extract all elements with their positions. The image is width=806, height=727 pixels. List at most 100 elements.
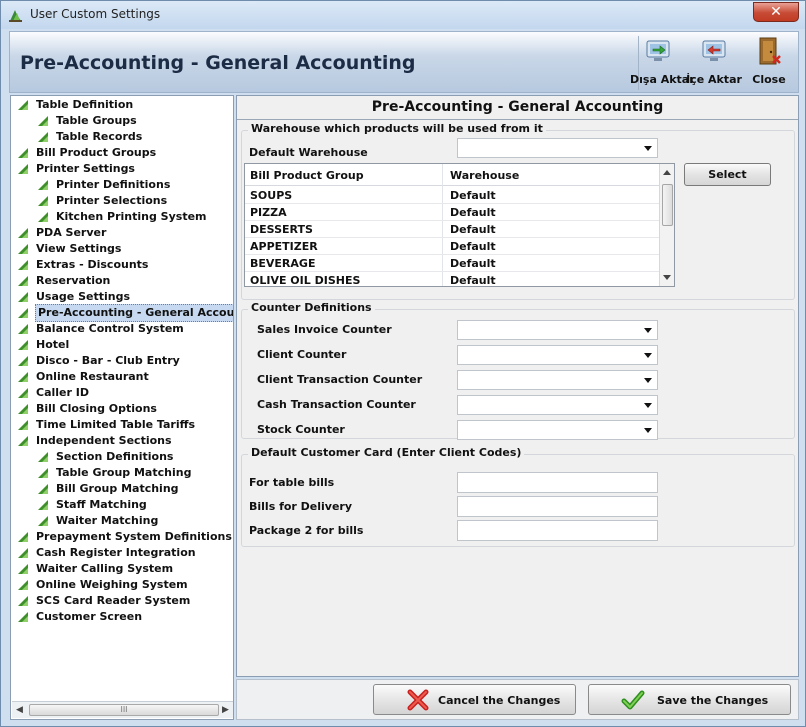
save-changes-button[interactable]: Save the Changes — [588, 684, 791, 715]
counter-combo[interactable] — [457, 345, 658, 365]
customer-card-group-title: Default Customer Card (Enter Client Code… — [248, 446, 525, 459]
chevron-down-icon — [644, 328, 652, 333]
column-header-group[interactable]: Bill Product Group — [250, 169, 364, 182]
tree-node-icon — [38, 212, 48, 222]
table-row[interactable]: SOUPS Default — [245, 187, 659, 204]
tree-node-icon — [18, 100, 28, 110]
export-icon — [646, 40, 670, 61]
table-row[interactable]: BEVERAGE Default — [245, 255, 659, 272]
cancel-changes-label: Cancel the Changes — [438, 694, 561, 707]
tree-item-label: Reservation — [36, 274, 111, 287]
client-code-input[interactable] — [457, 496, 658, 517]
tree-item-label: Caller ID — [36, 386, 89, 399]
client-code-input[interactable] — [457, 520, 658, 541]
cell-product-group: BEVERAGE — [250, 257, 316, 270]
table-row[interactable]: APPETIZER Default — [245, 238, 659, 255]
tree-node-icon — [38, 116, 48, 126]
chevron-down-icon — [644, 428, 652, 433]
grid-header: Bill Product Group Warehouse — [245, 164, 659, 186]
tree-item-label: View Settings — [36, 242, 122, 255]
cancel-changes-button[interactable]: Cancel the Changes — [373, 684, 576, 715]
tree-item-label: Table Group Matching — [56, 466, 192, 479]
tree-node-icon — [18, 372, 28, 382]
customer-field-label: Bills for Delivery — [249, 500, 353, 513]
counter-combo[interactable] — [457, 395, 658, 415]
scroll-left-arrow-icon[interactable]: ◀ — [16, 705, 23, 715]
scroll-thumb[interactable]: III — [29, 704, 219, 716]
cell-warehouse: Default — [450, 257, 496, 270]
tree-node-icon — [38, 132, 48, 142]
client-code-input[interactable] — [457, 472, 658, 493]
tree-item-label: Disco - Bar - Club Entry — [36, 354, 180, 367]
window-close-button[interactable]: ✕ — [753, 2, 799, 22]
tree-node-icon — [18, 548, 28, 558]
import-button[interactable]: İçe Aktar — [686, 34, 742, 90]
counter-label: Cash Transaction Counter — [257, 398, 416, 411]
import-icon — [702, 40, 726, 61]
tree-item-label: Prepayment System Definitions — [36, 530, 232, 543]
tree-node-icon — [18, 292, 28, 302]
page-header: Pre-Accounting - General Accounting Dışa… — [9, 31, 799, 93]
tree-horizontal-scrollbar[interactable]: ◀ III ▶ — [12, 701, 233, 718]
title-bar: User Custom Settings ✕ — [1, 1, 805, 29]
tree-item-label: Independent Sections — [36, 434, 172, 447]
counter-label: Stock Counter — [257, 423, 345, 436]
tree-node-icon — [18, 324, 28, 334]
tree-node-icon — [38, 516, 48, 526]
tree-node-icon — [18, 388, 28, 398]
cell-product-group: SOUPS — [250, 189, 293, 202]
action-bar: Cancel the Changes Save the Changes — [236, 679, 799, 720]
cell-product-group: DESSERTS — [250, 223, 313, 236]
close-button[interactable]: Close — [744, 34, 794, 90]
tree-node-icon — [18, 228, 28, 238]
tree-item-label: Bill Closing Options — [36, 402, 157, 415]
tree-item-label: Usage Settings — [36, 290, 130, 303]
chevron-down-icon — [644, 353, 652, 358]
tree-item-label: Printer Selections — [56, 194, 168, 207]
grid-vertical-scrollbar[interactable] — [659, 164, 674, 286]
table-row[interactable]: OLIVE OIL DISHES Default — [245, 272, 659, 286]
tree-node-icon — [18, 532, 28, 542]
counter-label: Client Counter — [257, 348, 347, 361]
tree-item-label: Online Weighing System — [36, 578, 188, 591]
tree-node-icon — [18, 420, 28, 430]
scroll-right-arrow-icon[interactable]: ▶ — [222, 705, 229, 715]
scroll-down-arrow-icon[interactable] — [663, 275, 671, 280]
tree-node-icon — [18, 596, 28, 606]
tree-node-icon — [18, 260, 28, 270]
counter-combo[interactable] — [457, 320, 658, 340]
export-button[interactable]: Dışa Aktar — [630, 34, 695, 90]
tree-item-label: Time Limited Table Tariffs — [36, 418, 196, 431]
select-button[interactable]: Select — [684, 163, 771, 186]
cell-warehouse: Default — [450, 189, 496, 202]
tree-item-label: Hotel — [36, 338, 70, 351]
column-header-warehouse[interactable]: Warehouse — [450, 169, 519, 182]
scroll-up-arrow-icon[interactable] — [663, 170, 671, 175]
content-title: Pre-Accounting - General Accounting — [371, 99, 664, 115]
tree-node-icon — [38, 468, 48, 478]
table-row[interactable]: DESSERTS Default — [245, 221, 659, 238]
tree-item-label: Cash Register Integration — [36, 546, 196, 559]
counter-label: Sales Invoice Counter — [257, 323, 392, 336]
tree-node-icon — [38, 180, 48, 190]
tree-item-label: Extras - Discounts — [36, 258, 149, 271]
counter-group-title: Counter Definitions — [248, 301, 375, 314]
tree-node-icon — [18, 340, 28, 350]
tree-node-icon — [18, 564, 28, 574]
tree-item-label: Customer Screen — [36, 610, 143, 623]
green-check-icon — [621, 690, 645, 710]
tree-node-icon — [18, 580, 28, 590]
grid-scroll-thumb[interactable] — [662, 184, 673, 226]
tree-item-label: Table Groups — [56, 114, 137, 127]
tree-item-label: Kitchen Printing System — [56, 210, 207, 223]
tree-item-label: Table Definition — [36, 98, 134, 111]
tree-item-label: PDA Server — [36, 226, 107, 239]
warehouse-grid: Bill Product Group Warehouse SOUPS Defaul… — [244, 163, 675, 287]
tree-node-icon — [18, 612, 28, 622]
counter-combo[interactable] — [457, 370, 658, 390]
content-divider — [237, 119, 798, 120]
cell-warehouse: Default — [450, 223, 496, 236]
counter-combo[interactable] — [457, 420, 658, 440]
default-warehouse-combo[interactable] — [457, 138, 658, 158]
table-row[interactable]: PIZZA Default — [245, 204, 659, 221]
